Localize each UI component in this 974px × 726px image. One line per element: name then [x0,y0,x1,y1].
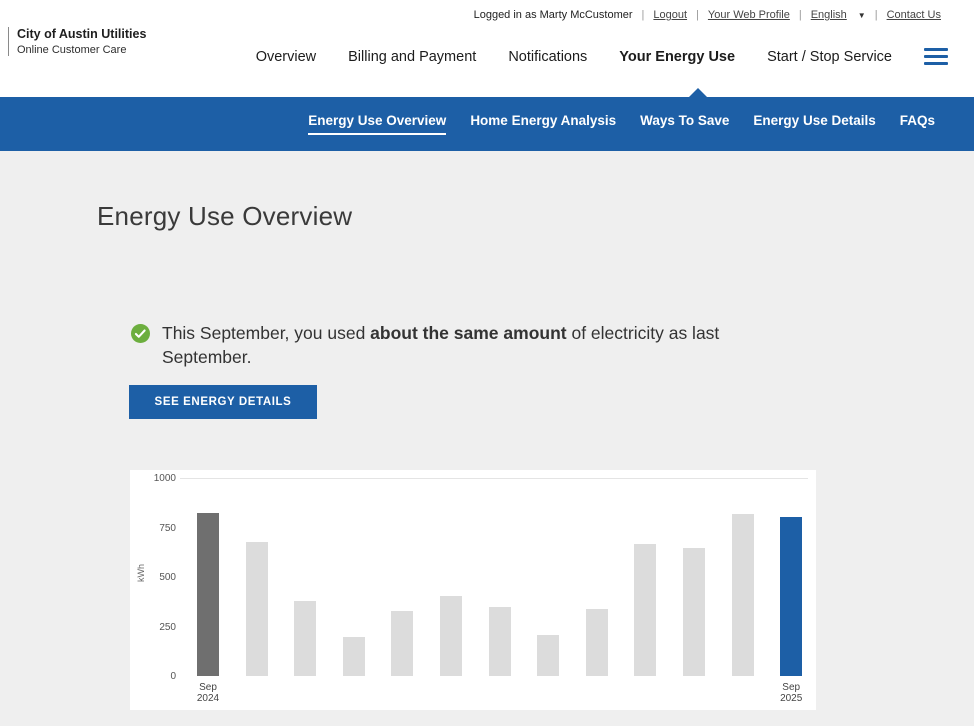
contact-us-link[interactable]: Contact Us [887,9,941,21]
x-axis-label: Sep2025 [780,682,802,704]
chart-bar[interactable] [440,596,462,676]
hamburger-menu-icon[interactable] [924,46,948,67]
nav-item-start-stop-service[interactable]: Start / Stop Service [767,49,892,65]
subnav-item-faqs[interactable]: FAQs [900,113,935,135]
utility-bar: Logged in as Marty McCustomer | Logout |… [474,9,941,21]
language-link[interactable]: English [811,9,847,21]
chevron-down-icon[interactable]: ▼ [858,11,866,20]
chart-plot [186,478,810,676]
main-content: Energy Use Overview This September, you … [0,151,974,726]
chart-bar[interactable] [343,637,365,676]
chart-bar[interactable] [732,514,754,676]
chart-bar[interactable] [246,542,268,676]
usage-summary-message: This September, you used about the same … [131,322,791,369]
chart-bar[interactable] [197,513,219,676]
chart-bar[interactable] [683,548,705,676]
nav-item-billing-and-payment[interactable]: Billing and Payment [348,49,476,65]
message-bold: about the same amount [370,323,566,343]
x-axis-label: Sep2024 [197,682,219,704]
chart-bar[interactable] [537,635,559,676]
y-axis-tick: 1000 [130,473,176,484]
chart-bar[interactable] [489,607,511,676]
separator: | [875,9,878,21]
see-energy-details-button[interactable]: SEE ENERGY DETAILS [129,385,317,419]
subnav-item-ways-to-save[interactable]: Ways To Save [640,113,729,135]
chart-bar[interactable] [391,611,413,676]
y-axis-tick: 500 [130,572,176,583]
chart-bar[interactable] [586,609,608,676]
separator: | [696,9,699,21]
logo-line1: City of Austin Utilities [17,27,146,41]
energy-chart: kWh 02505007501000Sep2024Sep2025 [130,470,816,710]
y-axis-tick: 250 [130,622,176,633]
logout-link[interactable]: Logout [653,9,687,21]
logged-in-text: Logged in as Marty McCustomer [474,9,633,21]
main-nav: Overview Billing and Payment Notificatio… [256,46,948,67]
usage-summary-text: This September, you used about the same … [162,322,780,369]
message-pre: This September, you used [162,323,370,343]
subnav-item-energy-use-overview[interactable]: Energy Use Overview [308,113,446,135]
active-nav-caret-icon [689,88,707,97]
web-profile-link[interactable]: Your Web Profile [708,9,790,21]
subnav-item-home-energy-analysis[interactable]: Home Energy Analysis [470,113,616,135]
energy-subnav: Energy Use Overview Home Energy Analysis… [0,97,974,151]
chart-bar[interactable] [294,601,316,676]
logo: City of Austin Utilities Online Customer… [8,27,146,56]
logo-line2: Online Customer Care [17,44,146,56]
chart-bar[interactable] [780,517,802,676]
top-header: City of Austin Utilities Online Customer… [0,0,974,97]
nav-item-overview[interactable]: Overview [256,49,316,65]
nav-item-notifications[interactable]: Notifications [508,49,587,65]
y-axis-tick: 0 [130,671,176,682]
page-title: Energy Use Overview [97,201,352,232]
subnav-item-energy-use-details[interactable]: Energy Use Details [753,113,875,135]
chart-bar[interactable] [634,544,656,676]
y-axis-tick: 750 [130,523,176,534]
separator: | [642,9,645,21]
nav-item-your-energy-use[interactable]: Your Energy Use [619,49,735,65]
check-circle-icon [131,324,150,369]
separator: | [799,9,802,21]
